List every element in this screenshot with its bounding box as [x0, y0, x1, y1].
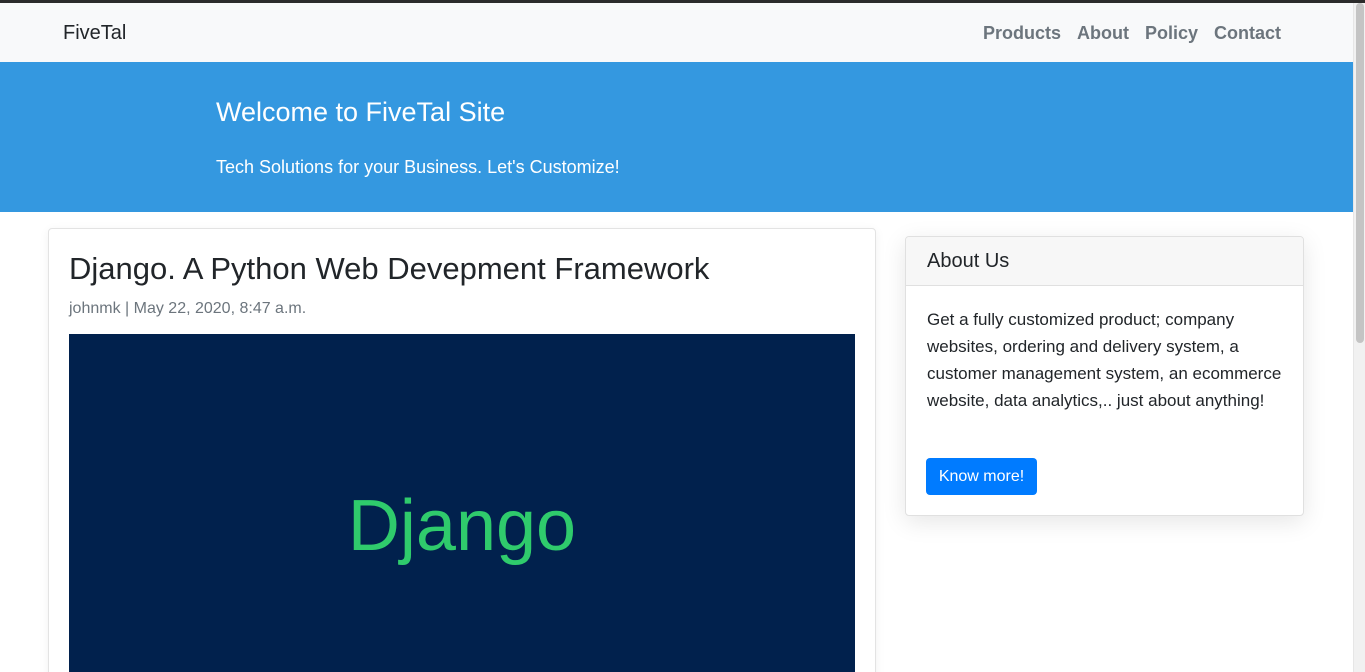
brand-link[interactable]: FiveTal	[63, 21, 126, 45]
know-more-button[interactable]: Know more!	[926, 458, 1037, 495]
post-image-logo-text: Django	[347, 486, 577, 566]
hero-subtitle: Tech Solutions for your Business. Let's …	[216, 157, 620, 177]
nav-link-products[interactable]: Products	[983, 21, 1061, 45]
scrollbar-thumb[interactable]	[1356, 3, 1364, 343]
hero-title: Welcome to FiveTal Site	[216, 97, 506, 127]
page-viewport: FiveTal Products About Policy Contact We…	[0, 3, 1353, 672]
post-meta: johnmk | May 22, 2020, 8:47 a.m.	[69, 300, 307, 317]
about-card-header: About Us	[906, 237, 1303, 286]
nav-link-policy[interactable]: Policy	[1145, 21, 1198, 45]
nav-link-about[interactable]: About	[1077, 21, 1129, 45]
navbar: FiveTal Products About Policy Contact	[0, 3, 1353, 62]
post-title[interactable]: Django. A Python Web Devepment Framework	[69, 250, 709, 288]
about-card-body: Get a fully customized product; company …	[927, 310, 1282, 410]
hero-banner: Welcome to FiveTal Site Tech Solutions f…	[0, 62, 1353, 212]
page-scrollbar[interactable]	[1353, 3, 1365, 672]
nav-links: Products About Policy Contact	[983, 21, 1281, 45]
post-image: Django	[69, 334, 855, 672]
nav-link-contact[interactable]: Contact	[1214, 21, 1281, 45]
post-card: Django. A Python Web Devepment Framework…	[48, 228, 876, 672]
about-card: About Us Get a fully customized product;…	[905, 236, 1304, 516]
about-card-title: About Us	[927, 250, 1010, 272]
